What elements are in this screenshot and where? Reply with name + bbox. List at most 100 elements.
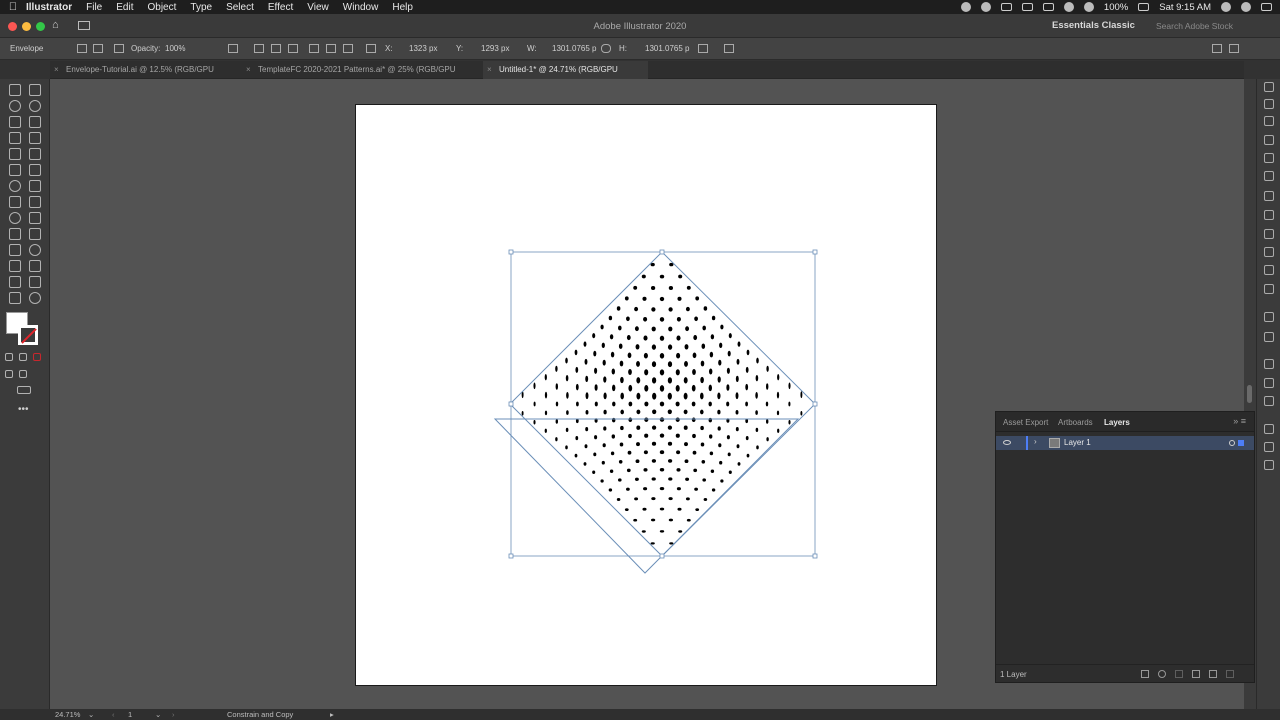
battery-icon[interactable] [1138, 3, 1150, 11]
display-icon[interactable] [1042, 3, 1054, 11]
curvature-tool-icon[interactable] [29, 116, 41, 128]
status-menu-icon[interactable]: ▸ [330, 710, 334, 719]
bounding-box-handle[interactable] [812, 553, 818, 559]
transform-icon[interactable] [698, 44, 708, 53]
gradient-mode-icon[interactable] [19, 353, 27, 361]
spotlight-icon[interactable] [1221, 2, 1231, 12]
bluetooth-icon[interactable] [1063, 2, 1074, 12]
width-tool-icon[interactable] [9, 196, 21, 208]
none-mode-icon[interactable] [33, 353, 41, 361]
bounding-box-handle[interactable] [659, 553, 665, 559]
w-field[interactable]: 1301.0765 p [552, 44, 597, 53]
more-options-icon[interactable] [724, 44, 734, 53]
artboard-number[interactable]: 1 [128, 710, 132, 719]
menu-view[interactable]: View [307, 2, 329, 13]
brushes-panel-icon[interactable] [1264, 265, 1274, 275]
menu-object[interactable]: Object [147, 2, 176, 13]
lasso-tool-icon[interactable] [29, 100, 41, 112]
notification-center-icon[interactable] [1261, 3, 1272, 11]
opentype-panel-icon[interactable] [1264, 229, 1274, 239]
zoom-level[interactable]: 24.71% [55, 710, 80, 719]
color-panel-icon[interactable] [1264, 153, 1274, 163]
eyedropper-tool-icon[interactable] [9, 244, 21, 256]
shape-builder-tool-icon[interactable] [9, 212, 21, 224]
bounding-box-handle[interactable] [508, 249, 514, 255]
zoom-dropdown-icon[interactable]: ⌄ [88, 710, 94, 719]
opacity-value[interactable]: 100% [165, 44, 185, 53]
tab-artboards[interactable]: Artboards [1058, 418, 1093, 427]
artboards-panel-icon[interactable] [1264, 442, 1274, 452]
make-clipping-mask-icon[interactable] [1175, 670, 1183, 678]
align-to-icon[interactable] [228, 44, 238, 53]
gradient-tool-icon[interactable] [29, 228, 41, 240]
creative-cloud-icon[interactable] [960, 2, 971, 12]
bounding-box-handle[interactable] [508, 553, 514, 559]
target-circle-icon[interactable] [1229, 440, 1235, 446]
screen-mode-icon[interactable] [17, 386, 31, 394]
menu-edit[interactable]: Edit [116, 2, 133, 13]
type-tool-icon[interactable] [9, 132, 21, 144]
align-bottom-icon[interactable] [343, 44, 353, 53]
menu-effect[interactable]: Effect [268, 2, 293, 13]
transparency-panel-icon[interactable] [1264, 332, 1274, 342]
color-mode-icon[interactable] [5, 353, 13, 361]
bounding-box-handle[interactable] [812, 249, 818, 255]
bounding-box-handle[interactable] [659, 249, 665, 255]
close-tab-icon[interactable]: × [487, 61, 492, 79]
direct-selection-tool-icon[interactable] [29, 84, 41, 96]
align-right-icon[interactable] [288, 44, 298, 53]
reference-point-icon[interactable] [366, 44, 376, 53]
draw-behind-icon[interactable] [19, 370, 27, 378]
layers-panel-icon[interactable] [1264, 460, 1274, 470]
eraser-tool-icon[interactable] [29, 164, 41, 176]
appearance-panel-icon[interactable] [1264, 359, 1274, 369]
line-segment-tool-icon[interactable] [29, 132, 41, 144]
layer-name[interactable]: Layer 1 [1064, 438, 1091, 447]
h-field[interactable]: 1301.0765 p [645, 44, 690, 53]
perspective-grid-tool-icon[interactable] [29, 212, 41, 224]
x-field[interactable]: 1323 px [409, 44, 437, 53]
stroke-swatch[interactable] [18, 325, 38, 345]
constrain-proportions-link-icon[interactable] [601, 44, 611, 53]
selection-indicator-icon[interactable] [1238, 440, 1244, 446]
artboard-dropdown-icon[interactable]: ⌄ [155, 710, 161, 719]
stroke-panel-icon[interactable] [1264, 312, 1274, 322]
bounding-box-handle[interactable] [508, 401, 514, 407]
shaper-tool-icon[interactable] [9, 164, 21, 176]
edit-toolbar-icon[interactable]: ••• [18, 404, 29, 415]
document-tab[interactable]: × Envelope-Tutorial.ai @ 12.5% (RGB/GPU … [50, 61, 240, 92]
hand-tool-icon[interactable] [9, 292, 21, 304]
collect-for-export-icon[interactable] [1141, 670, 1149, 678]
transform-panel-icon[interactable] [1264, 396, 1274, 406]
align-left-icon[interactable] [254, 44, 264, 53]
blend-tool-icon[interactable] [29, 244, 41, 256]
draw-normal-icon[interactable] [5, 370, 13, 378]
adobe-stock-search[interactable]: Search Adobe Stock [1156, 21, 1233, 31]
expand-chevron-icon[interactable]: › [1034, 437, 1037, 446]
zoom-tool-icon[interactable] [29, 292, 41, 304]
screen-record-icon[interactable] [1000, 3, 1012, 11]
align-middle-icon[interactable] [326, 44, 336, 53]
align-panel-icon[interactable] [1264, 116, 1274, 126]
rotate-tool-icon[interactable] [9, 180, 21, 192]
new-layer-icon[interactable] [1209, 670, 1217, 678]
artboard-tool-icon[interactable] [9, 276, 21, 288]
menu-window[interactable]: Window [343, 2, 379, 13]
new-sublayer-icon[interactable] [1192, 670, 1200, 678]
tab-asset-export[interactable]: Asset Export [1003, 418, 1048, 427]
swatches-panel-icon[interactable] [1264, 247, 1274, 257]
align-center-icon[interactable] [271, 44, 281, 53]
paragraph-panel-icon[interactable] [1264, 210, 1274, 220]
scale-tool-icon[interactable] [29, 180, 41, 192]
scrollbar-thumb[interactable] [1247, 385, 1252, 403]
y-field[interactable]: 1293 px [481, 44, 509, 53]
free-transform-tool-icon[interactable] [29, 196, 41, 208]
bounding-box-handle[interactable] [812, 401, 818, 407]
apple-icon[interactable]:  [0, 1, 26, 13]
visibility-eye-icon[interactable] [1003, 440, 1011, 445]
user-avatar-icon[interactable] [1241, 2, 1251, 12]
document-tab-active[interactable]: × Untitled-1* @ 24.71% (RGB/GPU Preview) [483, 61, 648, 92]
tab-layers[interactable]: Layers [1104, 418, 1130, 427]
rectangle-tool-icon[interactable] [9, 148, 21, 160]
selection-tool-icon[interactable] [9, 84, 21, 96]
